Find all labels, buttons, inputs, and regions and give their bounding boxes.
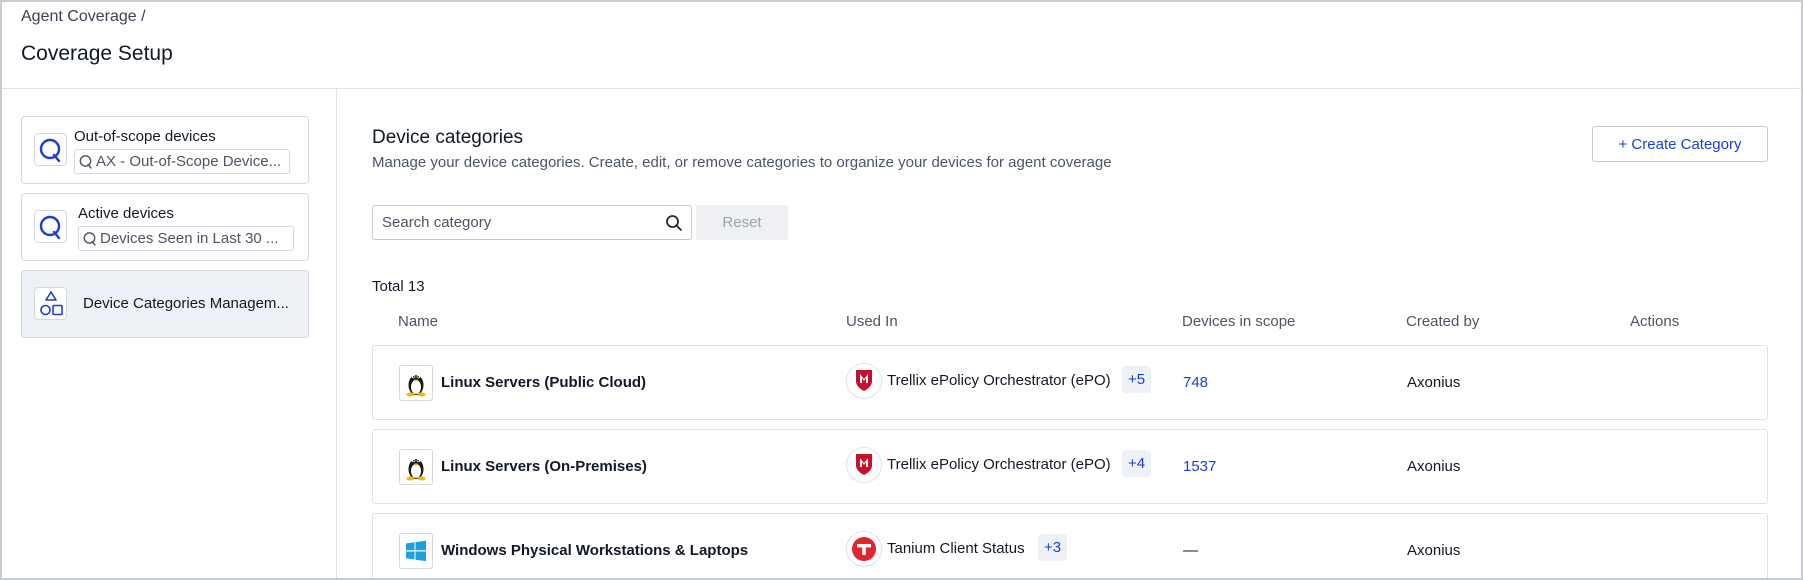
sidebar: Out-of-scope devices AX - Out-of-Scope D… (2, 89, 337, 578)
category-name: Linux Servers (Public Cloud) (441, 374, 647, 391)
sidebar-card-active-devices[interactable]: Active devices Devices Seen in Last 30 .… (21, 193, 309, 261)
category-name: Windows Physical Workstations & Laptops (441, 542, 749, 559)
more-adapters-badge[interactable]: +5 (1122, 366, 1152, 393)
more-adapters-badge[interactable]: +3 (1038, 534, 1068, 561)
search-input[interactable] (373, 206, 653, 239)
query-small-icon (83, 232, 96, 246)
created-by: Axonius (1407, 458, 1461, 475)
adapter-name: Trellix ePolicy Orchestrator (ePO) (887, 372, 1111, 389)
column-header-name[interactable]: Name (398, 313, 438, 330)
section-title: Device categories (372, 127, 524, 148)
saved-query-name: Devices Seen in Last 30 ... (100, 230, 279, 247)
shapes-icon (34, 287, 67, 320)
saved-query-chip[interactable]: Devices Seen in Last 30 ... (78, 226, 294, 251)
category-name: Linux Servers (On-Premises) (441, 458, 647, 475)
saved-query-name: AX - Out-of-Scope Device... (96, 153, 282, 170)
created-by: Axonius (1407, 374, 1461, 391)
card-title: Device Categories Managem... (83, 295, 289, 312)
main-content: Device categories Manage your device cat… (338, 89, 1801, 578)
trellix-epo-icon (846, 363, 882, 399)
reset-button[interactable]: Reset (696, 205, 788, 240)
table-row[interactable]: Windows Physical Workstations & Laptops … (372, 513, 1768, 578)
breadcrumb[interactable]: Agent Coverage / (21, 8, 146, 26)
query-icon (34, 210, 67, 243)
saved-query-chip[interactable]: AX - Out-of-Scope Device... (74, 149, 290, 174)
table-row[interactable]: Linux Servers (Public Cloud) Trellix ePo… (372, 345, 1768, 420)
query-icon (34, 133, 67, 166)
search-icon[interactable] (665, 214, 683, 232)
devices-in-scope-link[interactable]: 1537 (1183, 458, 1216, 475)
devices-in-scope-empty: — (1183, 542, 1198, 559)
search-box (372, 205, 692, 240)
table-row[interactable]: Linux Servers (On-Premises) Trellix ePol… (372, 429, 1768, 504)
page-title: Coverage Setup (21, 42, 173, 65)
total-count: Total 13 (372, 278, 425, 295)
devices-in-scope-link[interactable]: 748 (1183, 374, 1208, 391)
adapter-name: Trellix ePolicy Orchestrator (ePO) (887, 456, 1111, 473)
tanium-icon (846, 531, 882, 567)
card-title: Active devices (78, 205, 174, 222)
created-by: Axonius (1407, 542, 1461, 559)
section-description: Manage your device categories. Create, e… (372, 154, 1112, 171)
linux-icon (399, 365, 433, 401)
trellix-epo-icon (846, 447, 882, 483)
more-adapters-badge[interactable]: +4 (1122, 450, 1152, 477)
column-header-created-by[interactable]: Created by (1406, 313, 1479, 330)
column-header-used-in[interactable]: Used In (846, 313, 898, 330)
adapter-name: Tanium Client Status (887, 540, 1025, 557)
create-category-button[interactable]: + Create Category (1592, 126, 1768, 162)
app-frame: Agent Coverage / Coverage Setup Out-of-s… (0, 0, 1803, 580)
column-header-actions: Actions (1630, 313, 1680, 330)
sidebar-card-out-of-scope[interactable]: Out-of-scope devices AX - Out-of-Scope D… (21, 116, 309, 184)
card-title: Out-of-scope devices (74, 128, 216, 145)
column-header-devices-in-scope[interactable]: Devices in scope (1182, 313, 1295, 330)
sidebar-card-device-categories[interactable]: Device Categories Managem... (21, 270, 309, 338)
linux-icon (399, 449, 433, 485)
windows-icon (399, 533, 433, 569)
query-small-icon (79, 155, 92, 169)
page-header: Agent Coverage / Coverage Setup (2, 2, 1801, 89)
